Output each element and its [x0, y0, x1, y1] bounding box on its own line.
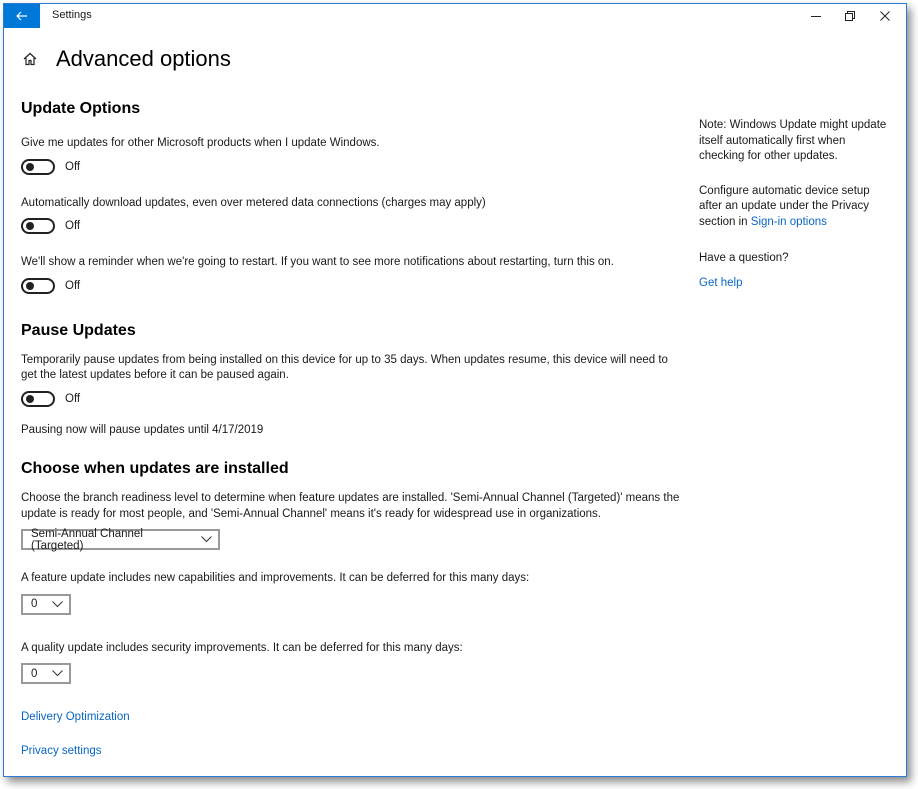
sidebar: Note: Windows Update might update itself… — [699, 118, 889, 291]
main-content: Update Options Give me updates for other… — [21, 100, 686, 759]
privacy-settings-link[interactable]: Privacy settings — [21, 745, 102, 757]
dropdown-value: 0 — [31, 598, 38, 610]
sidebar-note: Note: Windows Update might update itself… — [699, 119, 887, 162]
option-label: We'll show a reminder when we're going t… — [21, 256, 614, 268]
home-icon[interactable] — [22, 51, 38, 67]
pause-updates-toggle[interactable] — [21, 390, 55, 407]
quality-deferral-label: A quality update includes security impro… — [21, 641, 463, 654]
restart-reminder-toggle[interactable] — [21, 277, 55, 294]
option-label: Give me updates for other Microsoft prod… — [21, 137, 380, 149]
pause-description: Temporarily pause updates from being ins… — [21, 353, 668, 382]
option-restart-reminder: We'll show a reminder when we're going t… — [21, 255, 686, 294]
metered-download-toggle[interactable] — [21, 218, 55, 234]
branch-description: Choose the branch readiness level to det… — [21, 492, 680, 520]
close-icon — [880, 11, 890, 21]
restore-icon — [845, 11, 855, 21]
settings-window: Settings Advanced options Update Options… — [3, 3, 907, 777]
window-title: Settings — [52, 9, 92, 21]
toggle-knob — [26, 162, 34, 171]
pause-until-text: Pausing now will pause updates until 4/1… — [21, 423, 264, 436]
toggle-state: Off — [65, 392, 81, 405]
delivery-optimization-link[interactable]: Delivery Optimization — [21, 711, 130, 723]
option-label: Automatically download updates, even ove… — [21, 196, 486, 209]
page-title: Advanced options — [56, 46, 231, 71]
update-options-heading: Update Options — [21, 100, 141, 117]
other-products-toggle[interactable] — [21, 158, 55, 175]
title-bar: Settings — [4, 4, 906, 28]
pause-updates-section: Temporarily pause updates from being ins… — [21, 353, 686, 439]
back-arrow-icon — [16, 11, 28, 21]
toggle-knob — [26, 281, 34, 290]
toggle-knob — [26, 394, 34, 403]
sidebar-question: Have a question? — [699, 252, 789, 264]
choose-section: Choose the branch readiness level to det… — [21, 491, 686, 759]
chevron-down-icon — [52, 670, 63, 677]
quality-deferral-dropdown[interactable]: 0 — [21, 663, 71, 684]
pause-updates-heading: Pause Updates — [21, 321, 136, 339]
toggle-state: Off — [65, 160, 81, 173]
option-other-products: Give me updates for other Microsoft prod… — [21, 136, 686, 175]
minimize-button[interactable] — [799, 4, 833, 28]
get-help-link[interactable]: Get help — [699, 277, 742, 289]
sidebar-configure-text: Configure automatic device setup after a… — [699, 184, 889, 231]
page-header: Advanced options — [22, 46, 231, 72]
close-button[interactable] — [868, 4, 902, 28]
option-metered-download: Automatically download updates, even ove… — [21, 196, 686, 234]
chevron-down-icon — [52, 600, 63, 608]
back-button[interactable] — [4, 4, 40, 28]
toggle-state: Off — [65, 279, 81, 292]
feature-deferral-label: A feature update includes new capabiliti… — [21, 572, 530, 584]
toggle-state: Off — [65, 220, 81, 232]
minimize-icon — [811, 11, 821, 21]
restore-button[interactable] — [833, 4, 867, 28]
branch-readiness-dropdown[interactable]: Semi-Annual Channel (Targeted) — [21, 527, 220, 552]
feature-deferral-dropdown[interactable]: 0 — [21, 593, 71, 615]
dropdown-value: Semi-Annual Channel (Targeted) — [31, 527, 143, 552]
choose-heading: Choose when updates are installed — [21, 460, 289, 477]
dropdown-value: 0 — [31, 667, 38, 680]
sign-in-options-link[interactable]: Sign-in options — [751, 216, 827, 228]
toggle-knob — [26, 222, 34, 230]
chevron-down-icon — [201, 536, 212, 543]
